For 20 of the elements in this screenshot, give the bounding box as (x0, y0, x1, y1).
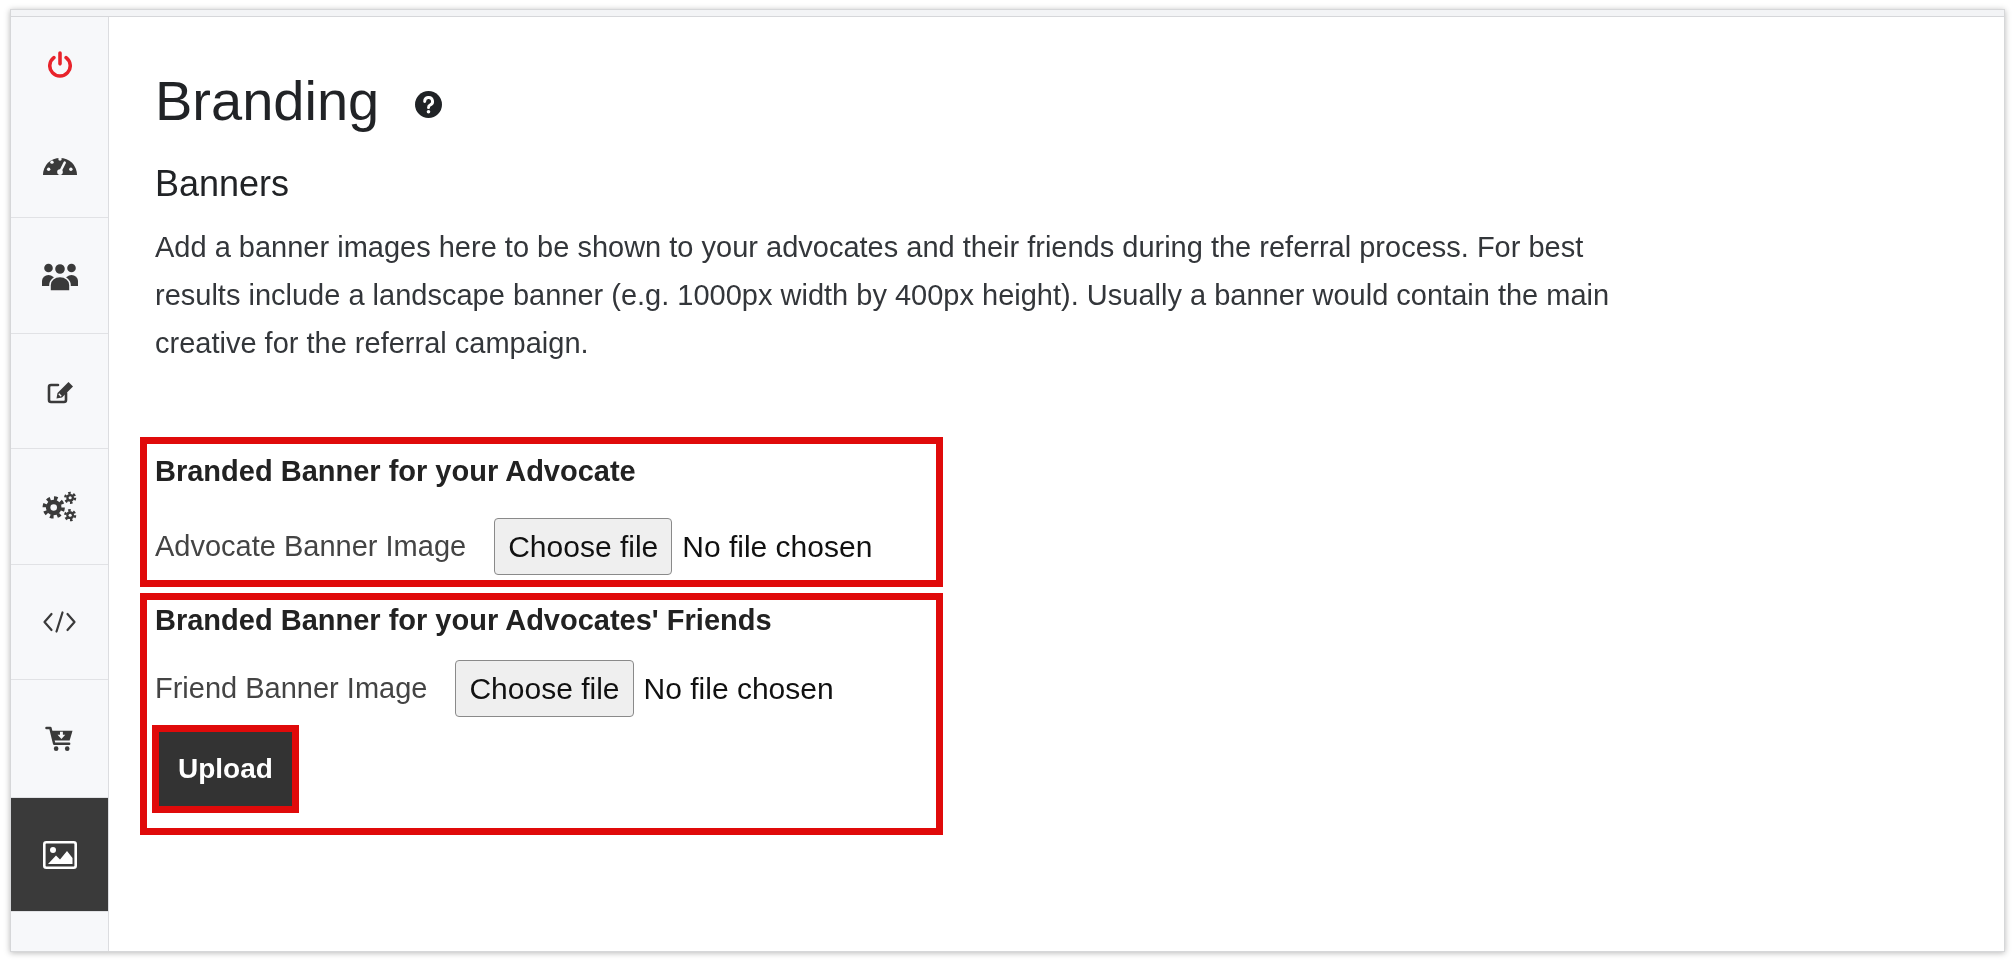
cart-download-icon (45, 725, 74, 752)
file-status-text: No file chosen (682, 529, 873, 564)
power-icon (47, 51, 72, 78)
field-label: Advocate Banner Image (155, 530, 467, 563)
gears-icon (42, 491, 77, 522)
upload-button[interactable]: Upload (159, 732, 292, 806)
file-status-text: No file chosen (643, 671, 834, 706)
help-icon[interactable] (415, 90, 443, 118)
choose-file-button[interactable]: Choose file (455, 660, 634, 717)
group-heading: Branded Banner for your Advocate (155, 454, 637, 489)
code-icon (43, 611, 76, 633)
image-icon (42, 840, 77, 869)
field-label: Friend Banner Image (155, 672, 428, 705)
users-icon (41, 260, 78, 291)
description-text: Add a banner images here to be shown to your advocates and their friends during the referral process. For best results include a landscape banner (e.g. 1000px width by 400px height). Usually a banner would contain the main creative for the referral campaign. (155, 230, 1611, 361)
sidebar-item[interactable] (11, 798, 108, 912)
page-title: Branding (155, 68, 380, 134)
section-heading: Banners (155, 162, 291, 206)
choose-file-button[interactable]: Choose file (494, 518, 673, 575)
group-heading: Branded Banner for your Advocates' Friends (155, 603, 773, 638)
